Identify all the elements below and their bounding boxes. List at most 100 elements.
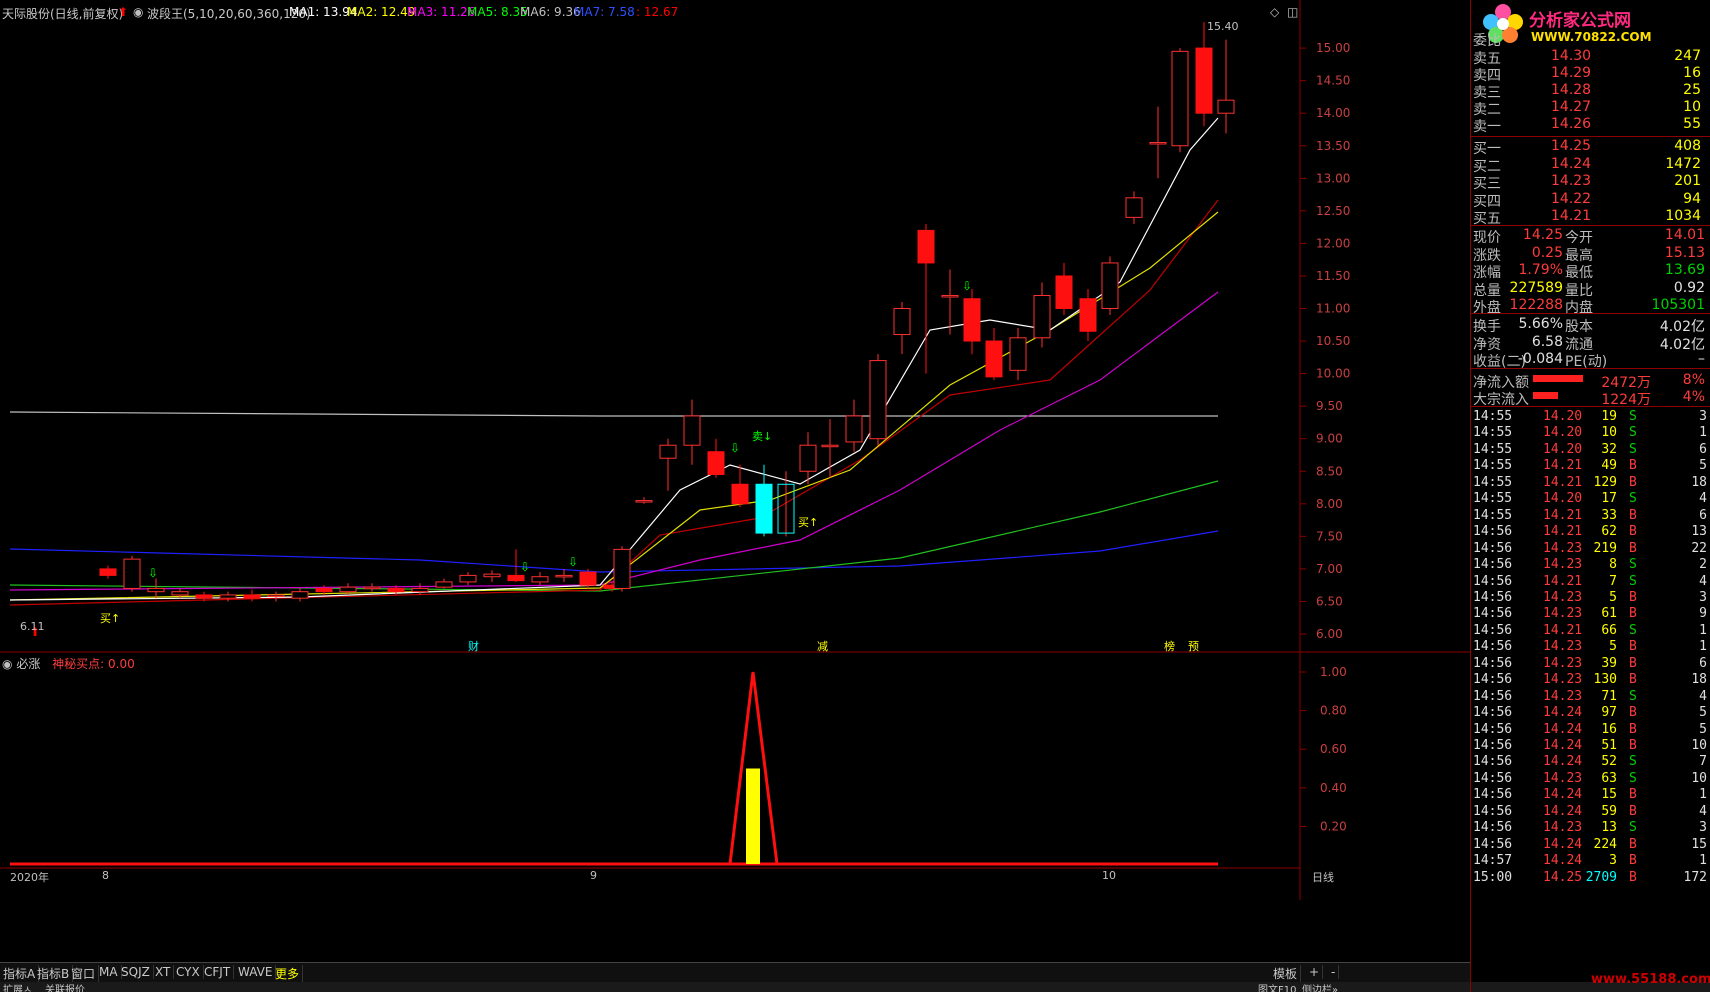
candlestick-chart[interactable]: 15.00 14.50 14.00 13.50 13.00 12.50 12.00 11.50… xyxy=(0,0,1470,900)
candle[interactable] xyxy=(435,578,453,589)
candle[interactable] xyxy=(659,438,677,491)
candle[interactable] xyxy=(411,583,429,595)
stat-row[interactable]: 涨幅 1.79% 最低 13.69 xyxy=(1471,262,1710,281)
tab-window[interactable]: 窗口 xyxy=(68,965,100,982)
candle[interactable] xyxy=(291,588,309,602)
candle[interactable] xyxy=(483,570,501,582)
stat-row[interactable]: 换手 5.66% 股本 4.02亿 xyxy=(1471,316,1710,335)
candle[interactable] xyxy=(531,572,549,586)
ask-row[interactable]: 卖三 14.28 25 xyxy=(1471,82,1710,101)
candle[interactable] xyxy=(147,578,165,599)
candle[interactable] xyxy=(243,589,261,602)
trade-row[interactable]: 14:56 14.23 71 S 4 xyxy=(1471,689,1710,707)
tab-cyx[interactable]: CYX xyxy=(173,965,204,979)
trade-row[interactable]: 14:55 14.20 17 S 4 xyxy=(1471,491,1710,509)
ask-row[interactable]: 卖一 14.26 55 xyxy=(1471,116,1710,135)
collapse-icon[interactable]: ◉ xyxy=(133,5,143,19)
candle[interactable] xyxy=(1149,106,1167,179)
template-button[interactable]: 模板 xyxy=(1270,965,1302,982)
expand-button[interactable]: 扩展ㅅ xyxy=(3,982,32,992)
tab-sqjz[interactable]: SQJZ xyxy=(118,965,154,979)
diamond-icon[interactable]: ◇ xyxy=(1270,5,1279,19)
bid-row[interactable]: 买三 14.23 201 xyxy=(1471,173,1710,192)
trade-row[interactable]: 14:56 14.23 219 B 22 xyxy=(1471,541,1710,559)
trade-row[interactable]: 14:56 14.23 8 S 2 xyxy=(1471,557,1710,575)
candle[interactable] xyxy=(917,223,935,374)
trade-row[interactable]: 14:56 14.21 7 S 4 xyxy=(1471,574,1710,592)
tab-cfjt[interactable]: CFJT xyxy=(201,965,235,979)
candle[interactable] xyxy=(1079,288,1097,342)
candle[interactable] xyxy=(985,328,1003,381)
trade-row[interactable]: 14:55 14.20 19 S 3 xyxy=(1471,409,1710,427)
trade-row[interactable]: 14:55 14.21 49 B 5 xyxy=(1471,458,1710,476)
related-quote-button[interactable]: 关联报价 xyxy=(45,982,85,992)
stat-row[interactable]: 收益(二) -0.084 PE(动) – xyxy=(1471,351,1710,370)
trade-row[interactable]: 14:56 14.24 52 S 7 xyxy=(1471,754,1710,772)
candle[interactable] xyxy=(1009,328,1027,381)
candle[interactable] xyxy=(731,464,749,508)
trade-row[interactable]: 15:00 14.25 2709 B 172 xyxy=(1471,870,1710,888)
f10-button[interactable]: 图文F10 xyxy=(1258,982,1296,992)
bid-row[interactable]: 买四 14.22 94 xyxy=(1471,191,1710,210)
trade-row[interactable]: 14:56 14.23 13 S 3 xyxy=(1471,820,1710,838)
flow-row[interactable]: 净流入额 2472万 8% xyxy=(1471,372,1710,391)
stat-row[interactable]: 净资 6.58 流通 4.02亿 xyxy=(1471,334,1710,353)
period-label[interactable]: 日线 xyxy=(1312,869,1334,885)
trade-row[interactable]: 14:55 14.21 33 B 6 xyxy=(1471,508,1710,526)
candle[interactable] xyxy=(1171,48,1189,153)
candle[interactable] xyxy=(683,399,701,465)
trade-row[interactable]: 14:56 14.24 51 B 10 xyxy=(1471,738,1710,756)
trade-row[interactable]: 14:56 14.24 224 B 15 xyxy=(1471,837,1710,855)
trade-row[interactable]: 14:55 14.20 10 S 1 xyxy=(1471,425,1710,443)
trade-row[interactable]: 14:56 14.23 61 B 9 xyxy=(1471,606,1710,624)
trade-row[interactable]: 14:56 14.23 39 B 6 xyxy=(1471,656,1710,674)
bid-row[interactable]: 买二 14.24 1472 xyxy=(1471,156,1710,175)
event-marker[interactable]: 减 xyxy=(817,638,828,654)
trade-row[interactable]: 14:57 14.24 3 B 1 xyxy=(1471,853,1710,871)
collapse-icon[interactable]: ◉ xyxy=(2,657,12,671)
candle[interactable] xyxy=(1033,282,1051,348)
trade-row[interactable]: 14:56 14.21 62 B 13 xyxy=(1471,524,1710,542)
ask-row[interactable]: 卖五 14.30 247 xyxy=(1471,48,1710,67)
tab-xt[interactable]: XT xyxy=(152,965,175,979)
trade-row[interactable]: 14:56 14.23 5 B 1 xyxy=(1471,639,1710,657)
candle[interactable] xyxy=(1101,256,1119,316)
candle[interactable] xyxy=(1217,39,1235,134)
candle[interactable] xyxy=(777,471,795,537)
trade-row[interactable]: 14:55 14.20 32 S 6 xyxy=(1471,442,1710,460)
candle[interactable] xyxy=(707,438,725,478)
bid-row[interactable]: 买五 14.21 1034 xyxy=(1471,208,1710,227)
stat-row[interactable]: 总量 227589 量比 0.92 xyxy=(1471,280,1710,299)
candle[interactable] xyxy=(821,419,839,478)
tab-more[interactable]: 更多 xyxy=(272,965,304,982)
trade-row[interactable]: 14:56 14.24 97 B 5 xyxy=(1471,705,1710,723)
candle[interactable] xyxy=(1195,22,1213,127)
trade-row[interactable]: 14:56 14.24 15 B 1 xyxy=(1471,787,1710,805)
candle[interactable] xyxy=(99,565,117,579)
candle[interactable] xyxy=(613,546,631,592)
candle[interactable] xyxy=(963,288,981,355)
trade-row[interactable]: 14:56 14.23 63 S 10 xyxy=(1471,771,1710,789)
candle[interactable] xyxy=(459,572,477,586)
stat-row[interactable]: 外盘 122288 内盘 105301 xyxy=(1471,297,1710,316)
event-marker[interactable]: 财 xyxy=(468,638,479,654)
event-marker[interactable]: 榜 xyxy=(1164,638,1175,654)
tab-wave[interactable]: WAVE xyxy=(235,965,277,979)
trade-row[interactable]: 14:56 14.24 59 B 4 xyxy=(1471,804,1710,822)
trade-row[interactable]: 14:56 14.21 66 S 1 xyxy=(1471,623,1710,641)
ask-row[interactable]: 卖二 14.27 10 xyxy=(1471,99,1710,118)
candle[interactable] xyxy=(869,354,887,446)
candle[interactable] xyxy=(845,399,863,452)
candle[interactable] xyxy=(363,583,381,592)
candle[interactable] xyxy=(1055,262,1073,316)
ask-row[interactable]: 卖四 14.29 16 xyxy=(1471,65,1710,84)
candle[interactable] xyxy=(941,269,959,335)
zoom-in-button[interactable]: + xyxy=(1306,965,1324,979)
trade-row[interactable]: 14:56 14.23 5 B 3 xyxy=(1471,590,1710,608)
candle[interactable] xyxy=(123,555,141,592)
candle[interactable] xyxy=(579,568,597,589)
candle[interactable] xyxy=(267,591,285,602)
bid-row[interactable]: 买一 14.25 408 xyxy=(1471,138,1710,157)
candle[interactable] xyxy=(1125,191,1143,224)
window-icon[interactable]: ◫ xyxy=(1287,5,1298,19)
